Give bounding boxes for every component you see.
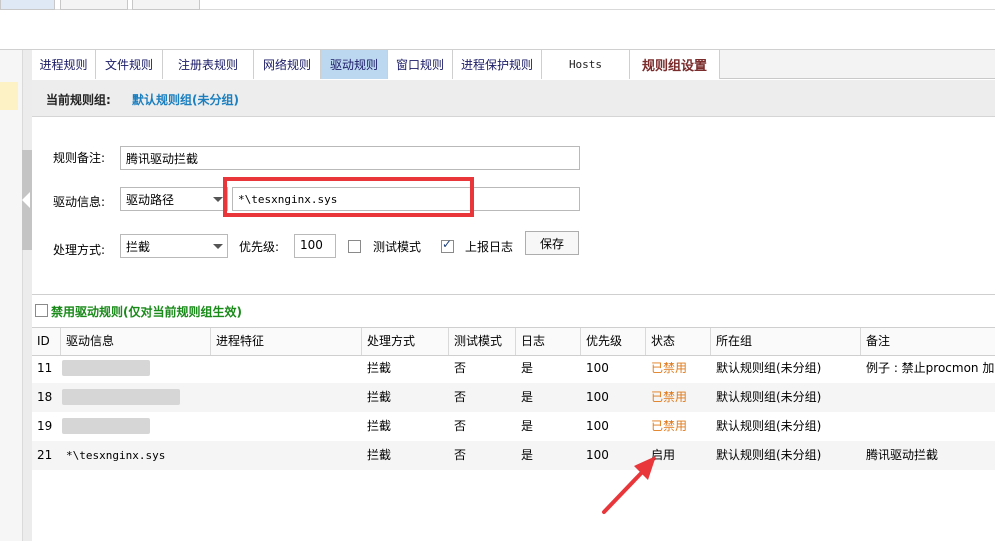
col-driver-info[interactable]: 驱动信息 — [61, 328, 211, 355]
cell-note: 例子 : 禁止procmon 加 — [866, 361, 995, 375]
test-mode-checkbox[interactable] — [348, 240, 361, 253]
cell-action: 拦截 — [367, 419, 392, 433]
cell-group: 默认规则组(未分组) — [716, 419, 822, 433]
highlight-annotation-box — [223, 177, 474, 217]
report-log-label: 上报日志 — [465, 240, 514, 254]
blurred-driver-info — [62, 418, 150, 434]
chevron-down-icon — [213, 197, 223, 202]
toolbar-area — [0, 10, 995, 50]
note-input[interactable]: 腾讯驱动拦截 — [120, 146, 580, 170]
cell-note — [861, 412, 995, 441]
cell-test-mode: 否 — [454, 390, 467, 404]
note-label: 规则备注: — [53, 151, 106, 165]
table-row[interactable]: 18 拦截 否 是 100 已禁用 默认规则组(未分组) — [32, 383, 995, 412]
blurred-driver-info — [62, 389, 180, 405]
driver-type-value: 驱动路径 — [126, 193, 175, 207]
table-row[interactable]: 21 *\tesxnginx.sys 拦截 否 是 100 启用 默认规则组(未… — [32, 441, 995, 470]
checkmark-icon: ✓ — [442, 237, 453, 251]
col-id[interactable]: ID — [32, 328, 61, 355]
top-tab-3[interactable] — [132, 0, 200, 10]
cell-status: 已禁用 — [651, 361, 688, 375]
annotation-arrow-icon — [602, 456, 656, 514]
cell-log: 是 — [521, 419, 534, 433]
blurred-driver-info — [62, 360, 150, 376]
cell-priority: 100 — [586, 419, 609, 433]
rule-tab-bar: 进程规则 文件规则 注册表规则 网络规则 驱动规则 窗口规则 进程保护规则 Ho… — [32, 50, 995, 79]
table-header: ID 驱动信息 进程特征 处理方式 测试模式 日志 优先级 状态 所在组 备注 — [32, 327, 995, 356]
tab-window-rules[interactable]: 窗口规则 — [388, 50, 453, 79]
cell-driver-info: *\tesxnginx.sys — [66, 449, 166, 462]
cell-id: 21 — [37, 448, 53, 462]
tab-group-settings[interactable]: 规则组设置 — [630, 50, 720, 79]
tab-driver-rules[interactable]: 驱动规则 — [321, 50, 388, 79]
cell-test-mode: 否 — [454, 448, 467, 462]
current-group-bar: 当前规则组: 默认规则组(未分组) — [32, 80, 995, 117]
top-tab-strip — [0, 0, 995, 10]
tab-process-protect-rules[interactable]: 进程保护规则 — [453, 50, 542, 79]
save-button[interactable]: 保存 — [525, 231, 579, 255]
col-log[interactable]: 日志 — [516, 328, 581, 355]
col-note[interactable]: 备注 — [861, 328, 995, 355]
table-row[interactable]: 19 拦截 否 是 100 已禁用 默认规则组(未分组) — [32, 412, 995, 441]
left-panel-selected-item[interactable] — [0, 82, 18, 110]
cell-status: 已禁用 — [651, 390, 688, 404]
cell-note — [861, 383, 995, 412]
driver-info-label: 驱动信息: — [53, 195, 106, 209]
cell-priority: 100 — [586, 390, 609, 404]
disable-rules-checkbox[interactable] — [35, 304, 48, 317]
cell-id: 11 — [37, 361, 53, 375]
driver-rules-table: ID 驱动信息 进程特征 处理方式 测试模式 日志 优先级 状态 所在组 备注 … — [32, 327, 995, 541]
cell-action: 拦截 — [367, 448, 392, 462]
cell-group: 默认规则组(未分组) — [716, 448, 822, 462]
current-group-value: 默认规则组(未分组) — [132, 93, 239, 107]
col-group[interactable]: 所在组 — [711, 328, 861, 355]
cell-group: 默认规则组(未分组) — [716, 390, 822, 404]
panel-splitter[interactable] — [22, 50, 32, 541]
action-value: 拦截 — [126, 240, 151, 254]
collapse-arrow-icon[interactable] — [22, 192, 30, 208]
test-mode-label: 测试模式 — [373, 240, 422, 254]
cell-id: 18 — [37, 390, 53, 404]
priority-input[interactable]: 100 — [294, 234, 336, 258]
tab-process-rules[interactable]: 进程规则 — [32, 50, 96, 79]
col-priority[interactable]: 优先级 — [581, 328, 646, 355]
cell-status: 已禁用 — [651, 419, 688, 433]
col-status[interactable]: 状态 — [646, 328, 711, 355]
report-log-checkbox[interactable]: ✓ — [441, 237, 454, 253]
cell-group: 默认规则组(未分组) — [716, 361, 822, 375]
priority-label: 优先级: — [239, 240, 280, 254]
top-tab-1[interactable] — [0, 0, 55, 10]
disable-rules-label: 禁用驱动规则(仅对当前规则组生效) — [51, 305, 242, 319]
tab-hosts[interactable]: Hosts — [542, 50, 630, 79]
cell-log: 是 — [521, 390, 534, 404]
cell-action: 拦截 — [367, 361, 392, 375]
col-test-mode[interactable]: 测试模式 — [449, 328, 516, 355]
rule-form: 规则备注: 腾讯驱动拦截 驱动信息: 驱动路径 *\tesxnginx.sys … — [32, 117, 995, 295]
cell-test-mode: 否 — [454, 419, 467, 433]
col-action[interactable]: 处理方式 — [362, 328, 449, 355]
tab-file-rules[interactable]: 文件规则 — [96, 50, 163, 79]
chevron-down-icon — [213, 244, 223, 249]
cell-log: 是 — [521, 448, 534, 462]
left-panel — [0, 50, 24, 541]
tab-network-rules[interactable]: 网络规则 — [254, 50, 321, 79]
disable-rules-row: 禁用驱动规则(仅对当前规则组生效) — [32, 295, 995, 326]
cell-log: 是 — [521, 361, 534, 375]
cell-process-feature — [211, 441, 362, 470]
current-group-label: 当前规则组: — [46, 93, 111, 107]
cell-id: 19 — [37, 419, 53, 433]
cell-priority: 100 — [586, 361, 609, 375]
top-tab-2[interactable] — [60, 0, 128, 10]
action-select[interactable]: 拦截 — [120, 234, 228, 258]
driver-type-select[interactable]: 驱动路径 — [120, 187, 228, 211]
col-process-feature[interactable]: 进程特征 — [211, 328, 362, 355]
cell-note: 腾讯驱动拦截 — [866, 448, 939, 462]
action-label: 处理方式: — [53, 243, 106, 257]
table-row[interactable]: 11 拦截 否 是 100 已禁用 默认规则组(未分组) 例子 : 禁止proc… — [32, 354, 995, 383]
tab-registry-rules[interactable]: 注册表规则 — [163, 50, 254, 79]
cell-test-mode: 否 — [454, 361, 467, 375]
cell-action: 拦截 — [367, 390, 392, 404]
